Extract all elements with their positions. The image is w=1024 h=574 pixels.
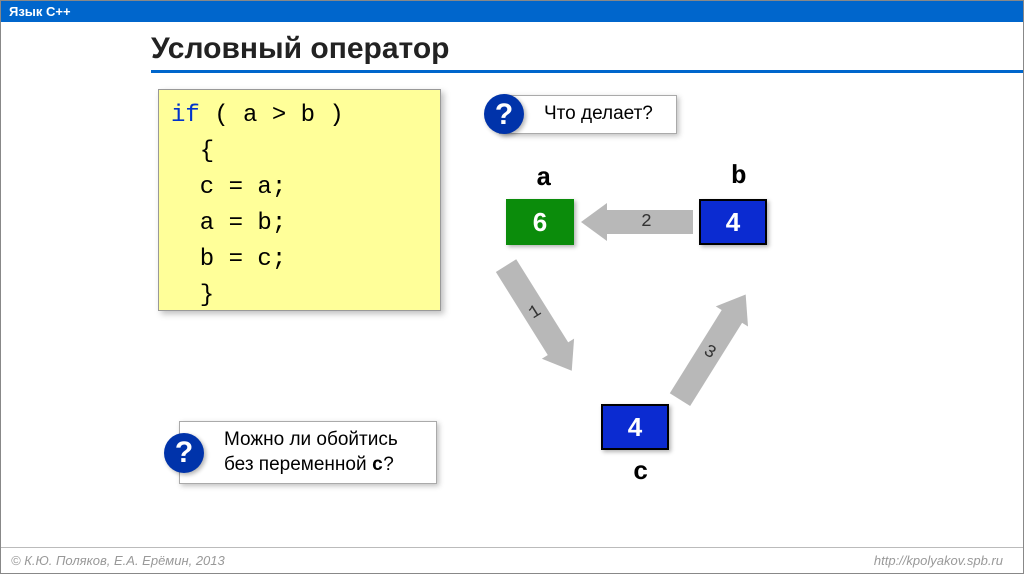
callout2-var-c: c [372, 454, 383, 476]
callout-what-does-it-do: ? Что делает? [499, 95, 677, 134]
content: if ( a > b ) { c = a; a = b; b = c; } ? … [1, 79, 1023, 539]
arrow-2-label: 2 [641, 212, 652, 232]
code-cond: ( a > b ) [200, 102, 344, 129]
slide: Язык C++ Условный оператор if ( a > b ) … [0, 0, 1024, 574]
box-a: 6 [506, 199, 574, 245]
title-underline [151, 70, 1023, 73]
swap-diagram: a b c 6 4 4 2 1 [471, 159, 811, 479]
page-title: Условный оператор [151, 32, 1023, 66]
code-l3: c = a; [171, 174, 286, 201]
code-block: if ( a > b ) { c = a; a = b; b = c; } [158, 89, 441, 311]
callout-without-c: ? Можно ли обойтись без переменной c? [179, 421, 437, 484]
callout2-line2-prefix: без переменной [224, 454, 372, 475]
label-b: b [731, 161, 747, 191]
callout2-line2-suffix: ? [383, 454, 394, 475]
value-a: 6 [533, 207, 547, 238]
code-l4: a = b; [171, 210, 286, 237]
topbar-text: Язык C++ [9, 4, 71, 19]
question-mark-icon: ? [484, 94, 524, 134]
arrow-head-icon [581, 203, 607, 241]
box-c: 4 [601, 404, 669, 450]
keyword-if: if [171, 102, 200, 129]
value-c: 4 [628, 412, 642, 443]
code-l2: { [171, 138, 214, 165]
arrow-3: 3 [663, 287, 837, 458]
code-l5: b = c; [171, 246, 286, 273]
value-b: 4 [726, 207, 740, 238]
arrow-2: 2 [581, 207, 693, 237]
label-a: a [536, 163, 552, 193]
label-c: c [633, 457, 649, 487]
code-l6: } [171, 282, 214, 309]
question-mark-icon: ? [164, 433, 204, 473]
footer-url: http://kpolyakov.spb.ru [874, 553, 1003, 568]
title-area: Условный оператор [1, 22, 1023, 79]
topbar: Язык C++ [1, 1, 1023, 22]
box-b: 4 [699, 199, 767, 245]
callout1-text: Что делает? [544, 103, 653, 124]
callout2-line1: Можно ли обойтись [224, 429, 398, 450]
copyright: © К.Ю. Поляков, Е.А. Ерёмин, 2013 [11, 553, 225, 568]
footer: © К.Ю. Поляков, Е.А. Ерёмин, 2013 http:/… [1, 547, 1023, 573]
